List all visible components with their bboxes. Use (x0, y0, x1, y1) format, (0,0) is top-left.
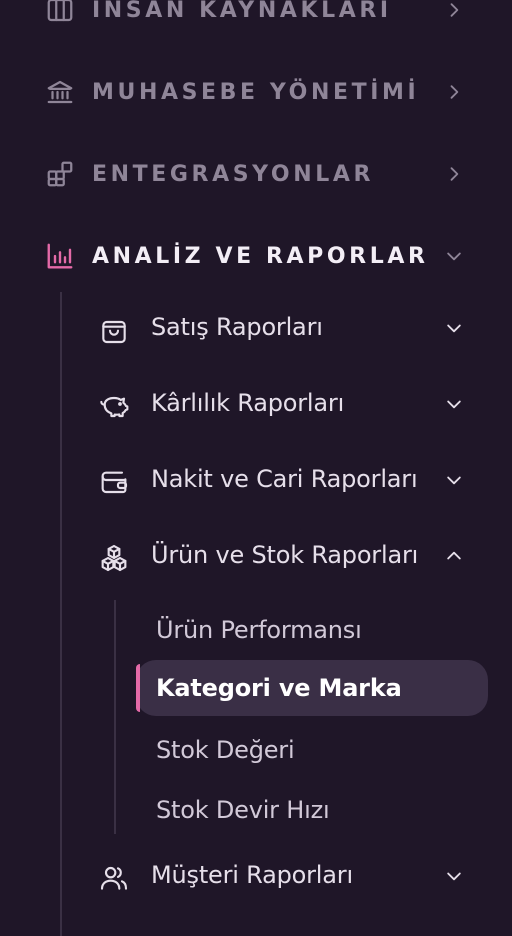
boxes-icon (96, 540, 132, 576)
chevron-down-icon[interactable] (440, 242, 468, 270)
users-icon (96, 860, 132, 896)
chevron-down-icon[interactable] (440, 314, 468, 342)
nav-leaf-label: Ürün Performansı (156, 616, 362, 644)
nav-leaf-product-performance[interactable]: Ürün Performansı (136, 602, 488, 658)
chevron-down-icon[interactable] (440, 466, 468, 494)
nav-item-customer-reports[interactable]: Müşteri Raporları (0, 848, 512, 904)
nav-item-label: Müşteri Raporları (151, 861, 353, 889)
nav-item-label: Kârlılık Raporları (151, 389, 345, 417)
chevron-up-icon[interactable] (440, 542, 468, 570)
sidebar-nav: İNSAN KAYNAKLARI MUHASEBE YÖNETİMİ ENTEG… (0, 0, 512, 936)
nav-leaf-stock-turnover[interactable]: Stok Devir Hızı (136, 782, 488, 838)
chevron-right-icon[interactable] (440, 160, 468, 188)
nav-leaf-label: Kategori ve Marka (156, 674, 402, 702)
bar-chart-icon (44, 240, 76, 272)
wallet-icon (96, 464, 132, 500)
nav-leaf-category-brand[interactable]: Kategori ve Marka (136, 660, 488, 716)
nav-item-cash-reports[interactable]: Nakit ve Cari Raporları (0, 452, 512, 508)
nav-section-label: ANALİZ VE RAPORLAR (92, 243, 429, 269)
nav-leaf-label: Stok Değeri (156, 736, 295, 764)
nav-item-label: Nakit ve Cari Raporları (151, 465, 418, 493)
piggy-bank-icon (96, 388, 132, 424)
nav-section-label: MUHASEBE YÖNETİMİ (92, 79, 420, 105)
tree-line-stock (114, 600, 116, 834)
blocks-icon (44, 158, 76, 190)
nav-item-label: Ürün ve Stok Raporları (151, 541, 419, 569)
nav-section-label: İNSAN KAYNAKLARI (92, 0, 392, 23)
nav-section-accounting[interactable]: MUHASEBE YÖNETİMİ (0, 62, 512, 122)
nav-item-stock-reports[interactable]: Ürün ve Stok Raporları (0, 528, 512, 584)
nav-section-integrations[interactable]: ENTEGRASYONLAR (0, 144, 512, 204)
chevron-right-icon[interactable] (440, 78, 468, 106)
nav-section-label: ENTEGRASYONLAR (92, 161, 374, 187)
nav-item-label: Satış Raporları (151, 313, 323, 341)
nav-section-hr[interactable]: İNSAN KAYNAKLARI (0, 0, 512, 40)
nav-leaf-stock-value[interactable]: Stok Değeri (136, 722, 488, 778)
chevron-down-icon[interactable] (440, 390, 468, 418)
bank-icon (44, 76, 76, 108)
chevron-right-icon[interactable] (440, 0, 468, 24)
chevron-down-icon[interactable] (440, 862, 468, 890)
nav-item-profit-reports[interactable]: Kârlılık Raporları (0, 376, 512, 432)
nav-leaf-label: Stok Devir Hızı (156, 796, 330, 824)
columns-icon (44, 0, 76, 26)
shopping-bag-icon (96, 312, 132, 348)
nav-section-reports[interactable]: ANALİZ VE RAPORLAR (0, 226, 512, 286)
nav-item-sales-reports[interactable]: Satış Raporları (0, 300, 512, 356)
